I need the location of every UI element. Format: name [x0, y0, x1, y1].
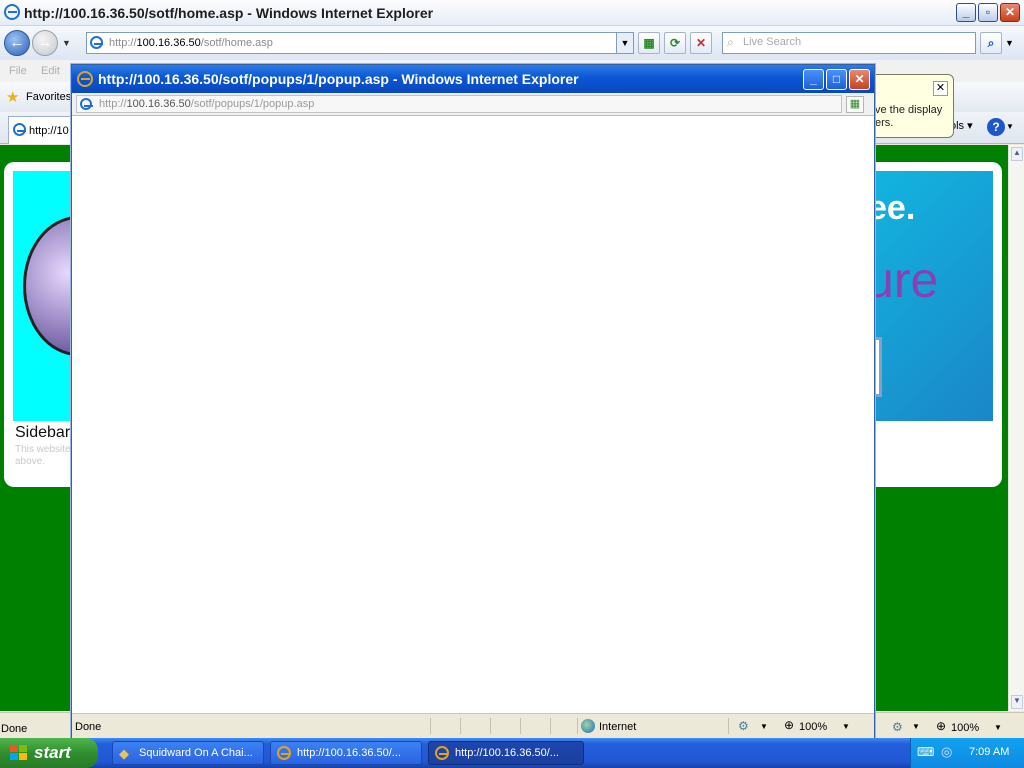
- ie-logo-icon: [4, 4, 20, 20]
- system-tray: ⌨ ◎ 7:09 AM: [910, 738, 1024, 768]
- sidebar-heading: Sidebar:: [15, 424, 75, 441]
- popup-address-bar: http://100.16.36.50/sotf/popups/1/popup.…: [72, 93, 874, 116]
- popup-address-field[interactable]: http://100.16.36.50/sotf/popups/1/popup.…: [76, 95, 842, 113]
- page-scrollbar[interactable]: ▲ ▼: [1008, 145, 1024, 711]
- network-icon[interactable]: ◎: [941, 744, 952, 760]
- popup-protected-dropdown-icon[interactable]: ▼: [760, 722, 768, 731]
- right-banner-image[interactable]: ee. ure: [860, 171, 993, 421]
- refresh-icon[interactable]: ⟳: [664, 32, 686, 54]
- information-bar[interactable]: ✕ ve the display ers.: [862, 74, 954, 138]
- tab-current[interactable]: http://10: [8, 116, 74, 144]
- taskbar-item-ie-home[interactable]: http://100.16.36.50/...: [270, 741, 422, 765]
- clock[interactable]: 7:09 AM: [969, 746, 1009, 758]
- menu-edit[interactable]: Edit: [41, 65, 60, 77]
- tab-label: http://10: [29, 125, 69, 137]
- banner-text-line2: ure: [866, 252, 939, 308]
- search-field[interactable]: ⌕: [722, 32, 976, 54]
- search-input[interactable]: [743, 36, 963, 48]
- protected-mode-dropdown-icon[interactable]: ▼: [912, 722, 920, 731]
- stop-icon[interactable]: ✕: [690, 32, 712, 54]
- taskbar-ie-icon: [277, 746, 291, 760]
- help-icon[interactable]: ?: [987, 118, 1005, 136]
- scroll-down-icon[interactable]: ▼: [1011, 695, 1023, 709]
- back-button[interactable]: ←: [4, 30, 30, 56]
- popup-maximize-button[interactable]: □: [826, 69, 847, 90]
- address-host: 100.16.36.50: [136, 37, 201, 49]
- forward-button[interactable]: →: [32, 30, 58, 56]
- start-button[interactable]: start: [0, 738, 98, 768]
- compatibility-view-icon[interactable]: ▦: [638, 32, 660, 54]
- favorites-label[interactable]: Favorites: [26, 91, 71, 103]
- popup-compatibility-icon[interactable]: ▦: [846, 96, 864, 113]
- popup-address-path: /sotf/popups/1/popup.asp: [190, 98, 315, 110]
- scroll-up-icon[interactable]: ▲: [1011, 147, 1023, 161]
- popup-zoom-icon[interactable]: ⊕: [784, 718, 794, 732]
- info-bar-close-icon[interactable]: ✕: [933, 81, 948, 96]
- taskbar-item-label: Squidward On A Chai...: [139, 747, 253, 759]
- left-banner-image[interactable]: [13, 171, 73, 421]
- popup-zoom-level[interactable]: 100%: [799, 721, 827, 733]
- address-path: /sotf/home.asp: [200, 37, 273, 49]
- start-label: start: [34, 743, 71, 762]
- sidebar-description: This website above.: [15, 444, 71, 467]
- main-status-text: Done: [1, 723, 28, 735]
- address-dropdown-icon[interactable]: ▼: [616, 33, 633, 53]
- banner-text-line1: ee.: [868, 189, 916, 227]
- popup-protected-mode-icon[interactable]: ⚙: [738, 719, 749, 733]
- internet-zone-icon: [581, 719, 595, 733]
- popup-address-host: 100.16.36.50: [126, 98, 191, 110]
- popup-status-text: Done: [75, 721, 102, 733]
- address-scheme: http://: [109, 37, 137, 49]
- main-zoom-level[interactable]: 100%: [951, 722, 979, 734]
- popup-close-button[interactable]: ✕: [849, 69, 870, 90]
- protected-mode-icon[interactable]: ⚙: [892, 720, 903, 734]
- image-viewer-icon: ◆: [119, 746, 129, 761]
- taskbar-ie-icon: [435, 746, 449, 760]
- page-icon: [90, 36, 103, 49]
- windows-flag-icon: [10, 745, 28, 761]
- tab-page-icon: [13, 123, 26, 136]
- info-bar-text: ve the display ers.: [875, 104, 943, 129]
- taskbar-item-squidward[interactable]: ◆ Squidward On A Chai...: [112, 741, 264, 765]
- popup-page-content: [75, 116, 871, 713]
- close-button[interactable]: ✕: [1000, 3, 1020, 22]
- keyboard-icon[interactable]: ⌨: [917, 745, 934, 759]
- popup-zoom-dropdown-icon[interactable]: ▼: [842, 722, 850, 731]
- help-dropdown-icon[interactable]: ▼: [1006, 122, 1014, 131]
- search-magnifier-icon: ⌕: [727, 35, 734, 49]
- main-zoom-icon[interactable]: ⊕: [936, 719, 946, 733]
- address-bar[interactable]: http://100.16.36.50/sotf/home.asp ▼: [86, 32, 634, 54]
- popup-window[interactable]: http://100.16.36.50/sotf/popups/1/popup.…: [71, 64, 875, 739]
- favorites-star-icon: ★: [6, 89, 20, 106]
- popup-titlebar[interactable]: http://100.16.36.50/sotf/popups/1/popup.…: [72, 65, 874, 93]
- popup-status-bar: Done Internet ⚙ ▼ ⊕ 100% ▼: [72, 713, 874, 738]
- popup-minimize-button[interactable]: _: [803, 69, 824, 90]
- navigation-bar: ← → ▼ http://100.16.36.50/sotf/home.asp …: [0, 26, 1024, 60]
- popup-ie-icon: [77, 71, 93, 87]
- main-window-titlebar[interactable]: http://100.16.36.50/sotf/home.asp - Wind…: [0, 0, 1024, 26]
- recent-pages-dropdown-icon[interactable]: ▼: [62, 38, 71, 48]
- taskbar-item-ie-popup[interactable]: http://100.16.36.50/...: [428, 741, 584, 765]
- main-zoom-dropdown-icon[interactable]: ▼: [994, 723, 1002, 732]
- menu-file[interactable]: File: [9, 65, 27, 77]
- popup-page-icon: [80, 98, 93, 110]
- taskbar-item-label: http://100.16.36.50/...: [297, 747, 401, 759]
- popup-title: http://100.16.36.50/sotf/popups/1/popup.…: [98, 71, 579, 87]
- minimize-button[interactable]: _: [956, 3, 976, 22]
- search-options-icon[interactable]: ▼: [1005, 38, 1014, 48]
- popup-zone-label[interactable]: Internet: [599, 721, 636, 733]
- restore-button[interactable]: ▫: [978, 3, 998, 22]
- character-disc-image: [23, 216, 73, 356]
- taskbar-item-label: http://100.16.36.50/...: [455, 747, 559, 759]
- taskbar: start ◆ Squidward On A Chai... http://10…: [0, 738, 1024, 768]
- main-window-title: http://100.16.36.50/sotf/home.asp - Wind…: [24, 5, 434, 21]
- search-button[interactable]: ⌕: [980, 32, 1002, 54]
- popup-address-scheme: http://: [99, 98, 127, 110]
